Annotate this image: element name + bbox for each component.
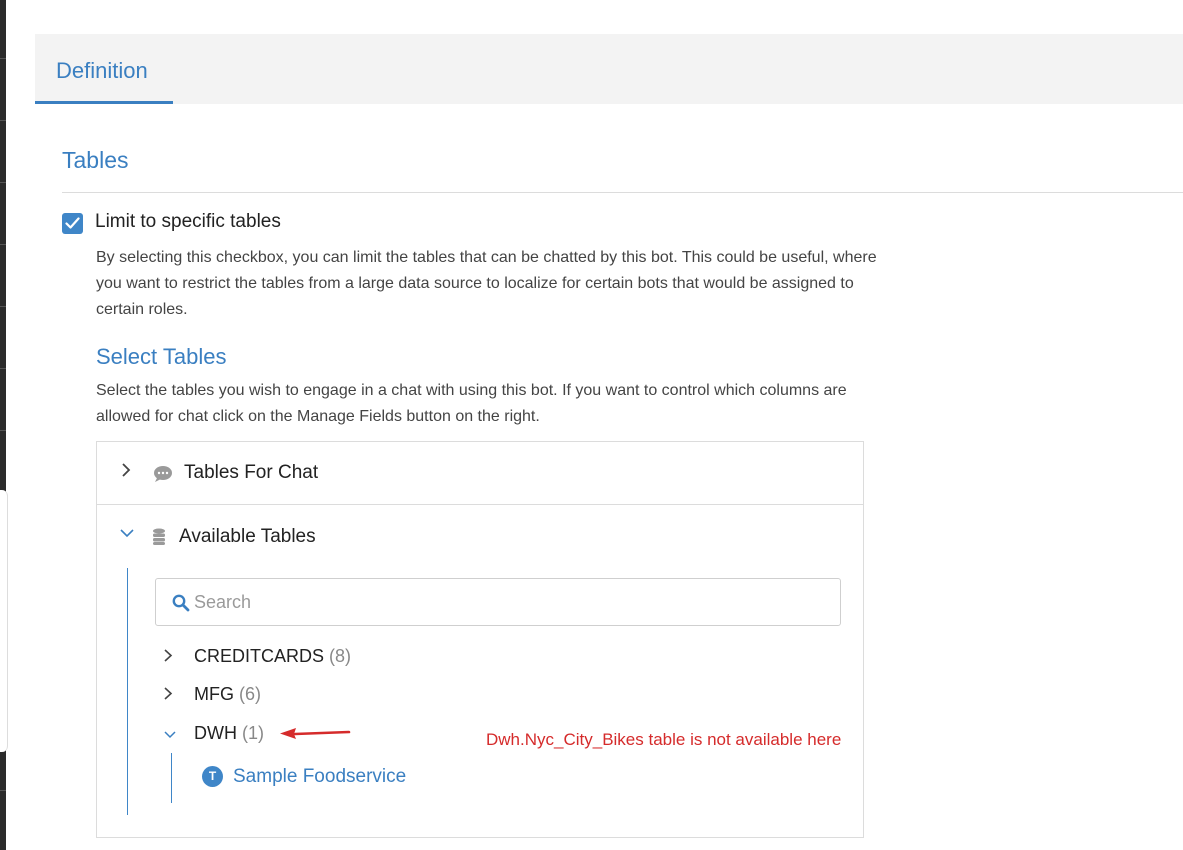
group-name: MFG: [194, 684, 234, 704]
section-title: Tables: [62, 147, 129, 173]
search-icon: [172, 594, 190, 617]
side-panel-edge: [0, 490, 8, 752]
database-icon: [152, 528, 166, 550]
chevron-down-icon[interactable]: [163, 727, 177, 744]
group-name: CREDITCARDS: [194, 646, 325, 666]
tree-guide-line: [127, 568, 128, 815]
select-tables-title: Select Tables: [96, 344, 227, 369]
available-tables-label[interactable]: Available Tables: [179, 526, 316, 548]
tables-panel: Tables For Chat Available Tables CREDITC…: [96, 441, 864, 838]
group-name: DWH: [194, 723, 237, 743]
strip-divider: [0, 120, 6, 121]
annotation-arrow-icon: [280, 728, 351, 739]
active-tab-indicator: [35, 101, 173, 104]
chevron-right-icon[interactable]: [121, 462, 131, 483]
strip-divider: [0, 244, 6, 245]
annotation-text: Dwh.Nyc_City_Bikes table is not availabl…: [486, 730, 842, 749]
group-count: (1): [242, 723, 265, 743]
table-type-badge: T: [202, 766, 223, 787]
tables-for-chat-row[interactable]: Tables For Chat: [97, 442, 863, 505]
tab-definition-label: Definition: [56, 58, 148, 83]
tree-group-label: CREDITCARDS (8): [194, 646, 351, 667]
table-link-sample-foodservice[interactable]: Sample Foodservice: [233, 766, 406, 788]
search-input[interactable]: [194, 589, 794, 615]
group-count: (6): [239, 684, 262, 704]
section-divider: [62, 192, 1183, 193]
strip-divider: [0, 182, 6, 183]
chevron-right-icon[interactable]: [163, 648, 173, 667]
tables-for-chat-label: Tables For Chat: [184, 462, 319, 483]
strip-divider: [0, 368, 6, 369]
limit-tables-label[interactable]: Limit to specific tables: [95, 211, 281, 233]
tab-bar: Definition: [35, 34, 1183, 104]
tree-group-label: MFG (6): [194, 684, 261, 705]
group-count: (8): [329, 646, 352, 666]
tab-definition[interactable]: Definition: [35, 34, 173, 104]
chevron-down-icon[interactable]: [119, 526, 135, 544]
tree-guide-line: [171, 753, 172, 803]
chat-bubble-icon: [153, 465, 173, 488]
select-tables-description: Select the tables you wish to engage in …: [96, 382, 847, 425]
chevron-right-icon[interactable]: [163, 686, 173, 705]
strip-divider: [0, 790, 6, 791]
checkmark-icon: [65, 217, 80, 229]
search-box[interactable]: [155, 578, 841, 626]
limit-tables-description: By selecting this checkbox, you can limi…: [96, 249, 877, 318]
tree-group-label: DWH (1): [194, 723, 264, 744]
strip-divider: [0, 58, 6, 59]
strip-divider: [0, 430, 6, 431]
limit-tables-checkbox[interactable]: [62, 213, 83, 234]
strip-divider: [0, 306, 6, 307]
